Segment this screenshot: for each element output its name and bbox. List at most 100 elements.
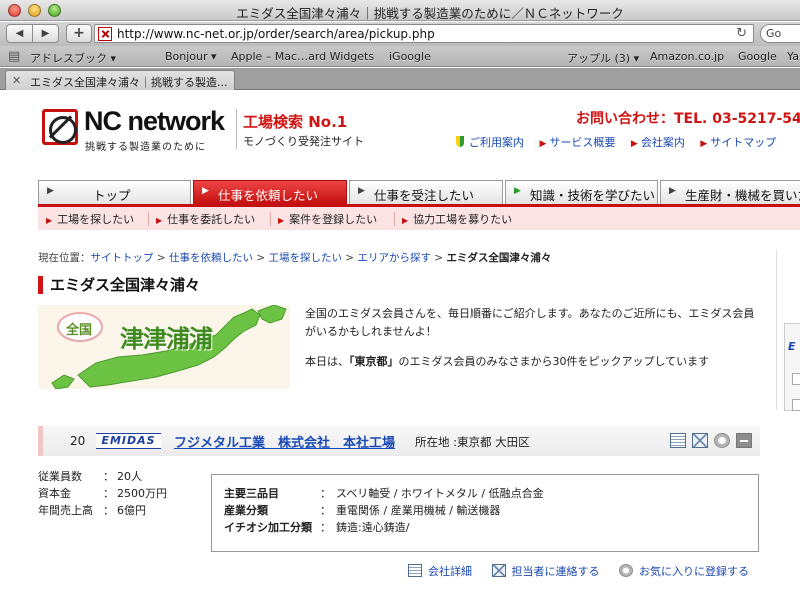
stat-capital: 資本金： 2500万円 <box>38 487 167 500</box>
triangle-right-icon: ▶ <box>46 216 53 225</box>
nav-tab-label: 仕事を依頼したい <box>218 188 319 203</box>
side-panel-checkbox[interactable] <box>792 399 800 411</box>
nav-tab-label: 生産財・機械を買いたい <box>685 188 800 203</box>
intro-today: 本日は、「東京都」のエミダス会員のみなさまから30件をピックアップしています <box>305 355 710 368</box>
detail-main-products: 主要三品目：スベリ軸受 / ホワイトメタル / 低融点合金 <box>224 487 544 500</box>
close-tab-icon[interactable]: ✕ <box>12 74 21 87</box>
back-arrow-icon: ◀ <box>15 28 24 39</box>
close-window-icon[interactable] <box>8 4 21 17</box>
bookmark-igoogle[interactable]: iGoogle <box>389 50 431 63</box>
triangle-right-icon: ▶ <box>156 216 163 225</box>
triangle-right-icon: ▶ <box>202 186 209 196</box>
tab-bar: ✕ エミダス全国津々浦々｜挑戦する製造... <box>0 68 800 90</box>
page-title-block: エミダス全国津々浦々 <box>38 275 758 297</box>
window-titlebar: エミダス全国津々浦々｜挑戦する製造業のために／ＮＣネットワーク <box>0 0 800 21</box>
triangle-right-icon: ▶ <box>358 186 365 196</box>
bookmark-address-book[interactable]: アドレスブック ▾ <box>30 50 116 66</box>
company-rank: 20 <box>70 434 86 448</box>
nav-tab-buy-machines[interactable]: ▶ 生産財・機械を買いたい <box>660 180 800 204</box>
bookmarks-bar: ▤ アドレスブック ▾ Bonjour ▾ Apple – Mac…ard Wi… <box>0 46 800 67</box>
nav-tab-label: 知識・技術を学びたい <box>530 188 656 203</box>
intro-text: 全国のエミダス会員さんを、毎日順番にご紹介します。あなたのご近所にも、エミダス会… <box>305 307 755 338</box>
nav-tab-top[interactable]: ▶ トップ <box>38 180 191 204</box>
banner-title-text: 津津浦浦 <box>120 325 213 353</box>
contact-person-link[interactable]: 担当者に連絡する <box>491 563 600 579</box>
add-bookmark-button[interactable]: + <box>66 24 92 43</box>
company-detail-link[interactable]: 会社詳細 <box>408 563 472 579</box>
address-bar[interactable]: http://www.nc-net.or.jp/order/search/are… <box>94 24 754 43</box>
company-stats: 従業員数： 20人 資本金： 2500万円 年間売上高： 6億円 <box>38 468 167 519</box>
company-detail-box: 主要三品目：スベリ軸受 / ホワイトメタル / 低融点合金 産業分類：重電関係 … <box>211 474 759 552</box>
breadcrumb-request-work[interactable]: 仕事を依頼したい <box>169 252 253 264</box>
document-icon[interactable] <box>670 433 686 448</box>
intro-prefecture: 「東京都」 <box>349 355 399 368</box>
subnav-recruit-partners[interactable]: ▶ 協力工場を募りたい <box>402 211 512 227</box>
breadcrumb-find-factory[interactable]: 工場を探したい <box>268 252 342 264</box>
triangle-right-icon: ▶ <box>47 186 54 196</box>
breadcrumb-current: エミダス全国津々浦々 <box>446 252 552 264</box>
subnav-find-factory[interactable]: ▶ 工場を探したい <box>46 211 134 227</box>
minimize-window-icon[interactable] <box>28 4 41 17</box>
row-action-icons <box>664 433 752 449</box>
back-button[interactable]: ◀ <box>6 24 33 43</box>
bookmark-bonjour[interactable]: Bonjour ▾ <box>165 50 217 63</box>
util-link-company[interactable]: 会社案内 <box>641 136 685 149</box>
reload-icon[interactable]: ↻ <box>736 26 747 41</box>
site-logo[interactable]: NC network 挑戦する製造業のために <box>42 106 232 155</box>
side-panel-logo: E <box>788 340 796 353</box>
nav-tab-receive-work[interactable]: ▶ 仕事を受注したい <box>349 180 503 204</box>
zenkoku-banner-image: 全国 津津浦浦 <box>38 305 290 389</box>
add-favorite-link[interactable]: お気に入りに登録する <box>619 563 749 579</box>
company-name-link[interactable]: フジメタル工業 株式会社 本社工場 <box>174 432 395 451</box>
stat-revenue: 年間売上高： 6億円 <box>38 504 146 517</box>
detail-featured-process: イチオシ加工分類：鋳造:遠心鋳造/ <box>224 521 410 534</box>
util-link-guide[interactable]: ご利用案内 <box>469 136 524 149</box>
bookmark-google[interactable]: Google <box>738 50 777 63</box>
window-title: エミダス全国津々浦々｜挑戦する製造業のために／ＮＣネットワーク <box>236 6 624 21</box>
nav-tab-label: トップ <box>93 188 131 203</box>
subnav-outsource-work[interactable]: ▶ 仕事を委託したい <box>156 211 255 227</box>
collapse-icon[interactable] <box>736 433 752 448</box>
side-panel <box>784 323 800 411</box>
nav-tab-request-work[interactable]: ▶ 仕事を依頼したい <box>193 180 347 204</box>
company-actions: 会社詳細 担当者に連絡する お気に入りに登録する <box>408 563 765 579</box>
bookmark-amazon[interactable]: Amazon.co.jp <box>650 50 724 63</box>
url-text[interactable]: http://www.nc-net.or.jp/order/search/are… <box>117 27 435 41</box>
subnav-register-project[interactable]: ▶ 案件を登録したい <box>278 211 377 227</box>
company-location: 所在地 :東京都 大田区 <box>415 435 530 449</box>
subnav-divider <box>394 212 395 226</box>
nav-tab-label: 仕事を受注したい <box>374 188 475 203</box>
favorite-add-icon[interactable] <box>714 433 730 448</box>
bookmark-yahoo[interactable]: Yahoo <box>787 50 800 63</box>
util-link-sitemap[interactable]: サイトマップ <box>710 136 776 149</box>
forward-button[interactable]: ▶ <box>32 24 59 43</box>
nav-tab-learn[interactable]: ▶ 知識・技術を学びたい <box>505 180 658 204</box>
browser-tab[interactable]: ✕ エミダス全国津々浦々｜挑戦する製造... <box>5 70 235 90</box>
bookmark-apple-widgets[interactable]: Apple – Mac…ard Widgets <box>231 50 374 63</box>
browser-toolbar: ◀ ▶ + http://www.nc-net.or.jp/order/sear… <box>0 22 800 46</box>
breadcrumb-site-top[interactable]: サイトトップ <box>91 252 154 264</box>
sub-nav: ▶ 工場を探したい ▶ 仕事を委託したい ▶ 案件を登録したい ▶ 協力工場を募りたい <box>38 204 800 230</box>
search-field[interactable]: Go <box>760 24 800 43</box>
triangle-right-icon: ▶ <box>402 216 409 225</box>
beginner-mark-icon <box>456 136 464 147</box>
breadcrumb-area-search[interactable]: エリアから探す <box>357 252 431 264</box>
triangle-right-icon: ▶ <box>278 216 285 225</box>
emidas-badge: EMIDAS <box>96 433 161 449</box>
tab-label: エミダス全国津々浦々｜挑戦する製造... <box>30 76 228 89</box>
main-nav: ▶ トップ ▶ 仕事を依頼したい ▶ 仕事を受注したい ▶ 知識・技術を学びたい… <box>38 180 800 204</box>
bookmark-apple-folder[interactable]: アップル (3) ▾ <box>567 50 639 66</box>
subnav-divider <box>270 212 271 226</box>
arrow-right-icon: ▶ <box>539 139 547 149</box>
company-header-row: 20 EMIDAS フジメタル工業 株式会社 本社工場 所在地 :東京都 大田区 <box>38 426 760 456</box>
mail-icon <box>491 564 506 577</box>
detail-industry: 産業分類：重電関係 / 産業用機械 / 輸送機器 <box>224 504 501 517</box>
side-panel-checkbox[interactable] <box>792 373 800 385</box>
open-book-icon[interactable]: ▤ <box>8 49 20 64</box>
triangle-right-icon: ▶ <box>669 186 676 196</box>
mail-icon[interactable] <box>692 433 708 448</box>
utility-links: ご利用案内 ▶ サービス概要 ▶ 会社案内 ▶ サイトマップ <box>456 134 788 150</box>
util-link-service[interactable]: サービス概要 <box>549 136 615 149</box>
plus-icon: + <box>73 25 85 41</box>
subnav-divider <box>148 212 149 226</box>
